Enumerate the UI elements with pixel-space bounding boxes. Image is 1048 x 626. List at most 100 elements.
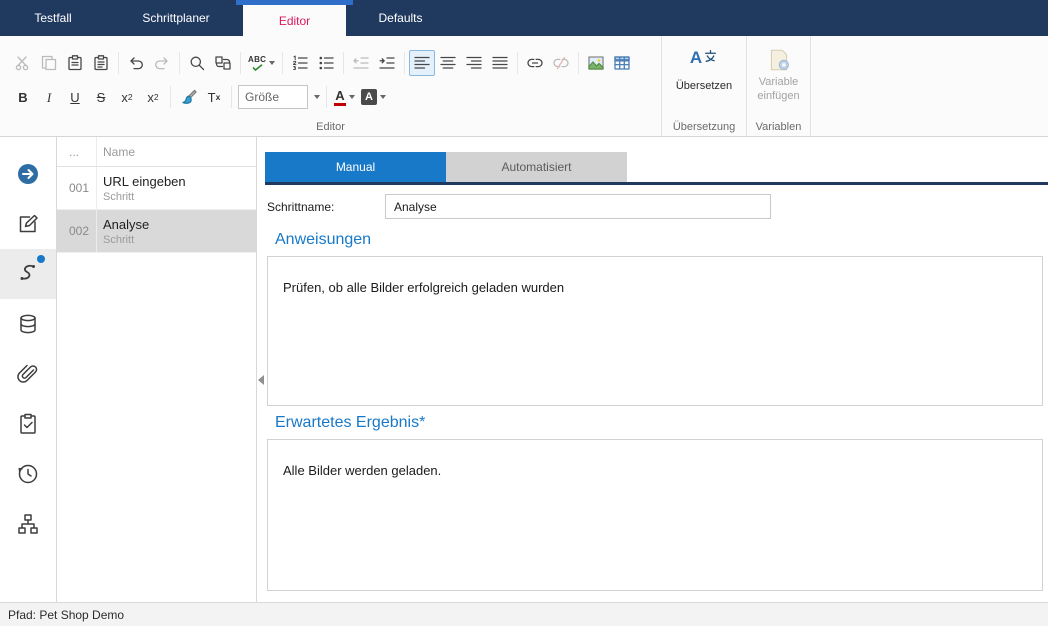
go-arrow-icon: [16, 162, 40, 186]
variable-einfuegen-button[interactable]: Variable einfügen: [750, 42, 807, 118]
insert-table-button[interactable]: [609, 50, 635, 76]
uebersetzen-button[interactable]: A Übersetzen: [665, 42, 743, 118]
application-window: Testfall Schrittplaner Editor Defaults: [0, 0, 1048, 626]
link-icon: [526, 54, 544, 72]
numbered-list-button[interactable]: [287, 50, 313, 76]
align-left-button[interactable]: [409, 50, 435, 76]
sidebar-item-history[interactable]: [0, 449, 56, 499]
column-header-icon: ...: [57, 137, 97, 166]
bulleted-list-button[interactable]: [313, 50, 339, 76]
edit-icon: [16, 212, 40, 236]
tab-editor[interactable]: Editor: [243, 5, 346, 36]
unlink-button[interactable]: [548, 50, 574, 76]
replace-button[interactable]: [210, 50, 236, 76]
group-label-uebersetzung: Übersetzung: [662, 121, 746, 133]
step-list: ... Name 001 URL eingeben Schritt 002 An…: [57, 137, 257, 602]
tab-testfall[interactable]: Testfall: [0, 0, 106, 36]
spellcheck-button[interactable]: ABC: [245, 50, 278, 76]
align-center-button[interactable]: [435, 50, 461, 76]
hierarchy-icon: [16, 512, 40, 536]
copy-button[interactable]: [36, 50, 62, 76]
toolbar-separator: [170, 86, 171, 108]
ribbon-group-editor: ABC: [0, 36, 662, 136]
ribbon-tab-bar: Testfall Schrittplaner Editor Defaults: [0, 0, 1048, 36]
toolbar-separator: [179, 52, 180, 74]
tab-underline: [265, 182, 1048, 185]
erwartetes-ergebnis-heading: Erwartetes Ergebnis*: [275, 414, 425, 432]
sidebar-item-data[interactable]: [0, 299, 56, 349]
strikethrough-button[interactable]: S: [88, 84, 114, 110]
navigation-sidebar: [0, 137, 57, 602]
underline-button[interactable]: U: [62, 84, 88, 110]
sidebar-item-attachments[interactable]: [0, 349, 56, 399]
sidebar-item-edit[interactable]: [0, 199, 56, 249]
sidebar-item-hierarchy[interactable]: [0, 499, 56, 549]
numbered-list-icon: [291, 54, 309, 72]
sidebar-item-steps[interactable]: [0, 249, 56, 299]
bold-button[interactable]: B: [10, 84, 36, 110]
toolbar-separator: [517, 52, 518, 74]
anweisungen-editor[interactable]: Prüfen, ob alle Bilder erfolgreich gelad…: [267, 256, 1043, 406]
link-button[interactable]: [522, 50, 548, 76]
notification-dot: [37, 255, 45, 263]
superscript-button[interactable]: x2: [140, 84, 166, 110]
ribbon-row-1: ABC: [10, 50, 635, 76]
font-size-select[interactable]: Größe: [238, 85, 308, 109]
insert-variable-icon: [766, 47, 792, 73]
collapse-panel-arrow[interactable]: [258, 375, 264, 385]
paperclip-icon: [16, 362, 40, 386]
background-color-icon: A: [361, 89, 377, 105]
step-type: Schritt: [103, 191, 186, 203]
toolbar-separator: [326, 86, 327, 108]
outdent-icon: [352, 54, 370, 72]
toolbar-separator: [343, 52, 344, 74]
table-icon: [613, 54, 631, 72]
outdent-button[interactable]: [348, 50, 374, 76]
cut-button[interactable]: [10, 50, 36, 76]
paste-button[interactable]: [62, 50, 88, 76]
align-right-button[interactable]: [461, 50, 487, 76]
italic-button[interactable]: I: [36, 84, 62, 110]
chevron-down-icon: [269, 61, 275, 65]
sidebar-item-checklist[interactable]: [0, 399, 56, 449]
group-label-variablen: Variablen: [747, 121, 810, 133]
insert-image-button[interactable]: [583, 50, 609, 76]
remove-format-button[interactable]: Tx: [201, 84, 227, 110]
replace-icon: [214, 54, 232, 72]
tab-automatisiert[interactable]: Automatisiert: [446, 152, 627, 182]
group-label-editor: Editor: [0, 121, 661, 133]
anweisungen-heading: Anweisungen: [275, 231, 371, 249]
status-bar: Pfad: Pet Shop Demo: [0, 602, 1048, 626]
paste-text-button[interactable]: [88, 50, 114, 76]
font-size-dropdown-button[interactable]: [308, 85, 322, 109]
tab-manual[interactable]: Manual: [265, 152, 446, 182]
chevron-down-icon: [349, 95, 355, 99]
sidebar-item-go[interactable]: [0, 149, 56, 199]
indent-button[interactable]: [374, 50, 400, 76]
subscript-button[interactable]: x2: [114, 84, 140, 110]
background-color-button[interactable]: A: [358, 84, 389, 110]
erwartetes-ergebnis-editor[interactable]: Alle Bilder werden geladen.: [267, 439, 1043, 591]
step-list-header: ... Name: [57, 137, 256, 167]
align-center-icon: [439, 54, 457, 72]
step-row-selected[interactable]: 002 Analyse Schritt: [57, 210, 256, 253]
search-button[interactable]: [184, 50, 210, 76]
undo-icon: [127, 54, 145, 72]
tab-schrittplaner[interactable]: Schrittplaner: [118, 0, 234, 36]
text-color-button[interactable]: A: [331, 84, 358, 110]
toolbar-separator: [404, 52, 405, 74]
redo-button[interactable]: [149, 50, 175, 76]
steps-flow-icon: [16, 262, 40, 286]
schrittname-label: Schrittname:: [267, 200, 334, 214]
justify-button[interactable]: [487, 50, 513, 76]
tab-defaults[interactable]: Defaults: [352, 0, 449, 36]
toolbar-separator: [282, 52, 283, 74]
history-icon: [16, 462, 40, 486]
undo-button[interactable]: [123, 50, 149, 76]
step-row[interactable]: 001 URL eingeben Schritt: [57, 167, 256, 210]
justify-icon: [491, 54, 509, 72]
step-name: Analyse: [103, 217, 149, 232]
text-color-icon: A: [334, 89, 346, 106]
schrittname-input[interactable]: [385, 194, 771, 219]
copy-formatting-button[interactable]: [175, 84, 201, 110]
